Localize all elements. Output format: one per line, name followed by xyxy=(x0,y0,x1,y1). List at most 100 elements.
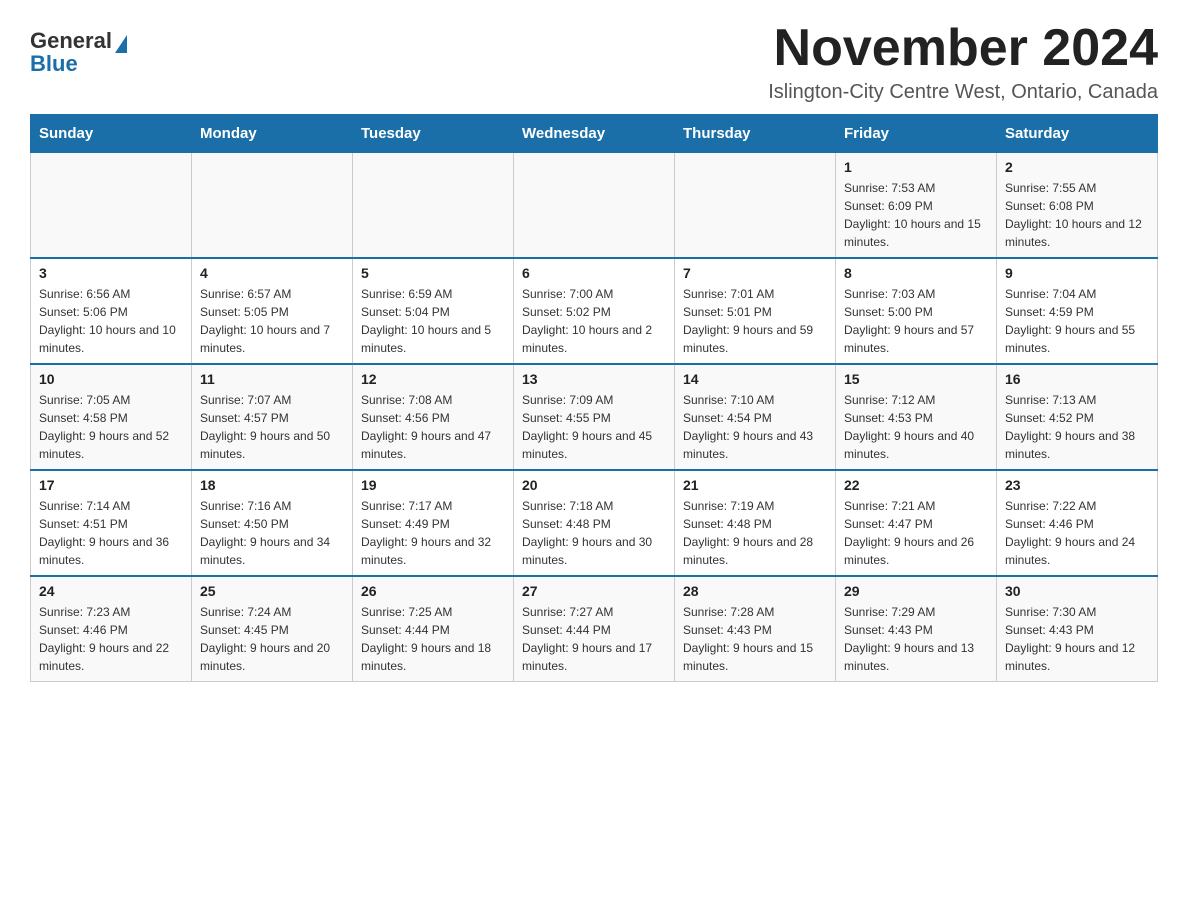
day-number: 2 xyxy=(1005,159,1149,175)
table-row: 5 Sunrise: 6:59 AMSunset: 5:04 PMDaylight… xyxy=(353,258,514,364)
day-number: 17 xyxy=(39,477,183,493)
day-info: Sunrise: 7:25 AMSunset: 4:44 PMDaylight:… xyxy=(361,603,505,675)
table-row: 17Sunrise: 7:14 AMSunset: 4:51 PMDayligh… xyxy=(31,470,192,576)
col-wednesday: Wednesday xyxy=(514,115,675,153)
day-number: 15 xyxy=(844,371,988,387)
table-row xyxy=(353,153,514,259)
title-area: November 2024 Islington-City Centre West… xyxy=(768,20,1158,104)
calendar-week-5: 24Sunrise: 7:23 AMSunset: 4:46 PMDayligh… xyxy=(31,576,1158,682)
day-number: 4 xyxy=(200,265,344,281)
day-number: 1 xyxy=(844,159,988,175)
day-number: 3 xyxy=(39,265,183,281)
day-info: Sunrise: 7:07 AMSunset: 4:57 PMDaylight:… xyxy=(200,391,344,463)
day-number: 25 xyxy=(200,583,344,599)
day-number: 9 xyxy=(1005,265,1149,281)
col-tuesday: Tuesday xyxy=(353,115,514,153)
day-info: Sunrise: 7:21 AMSunset: 4:47 PMDaylight:… xyxy=(844,497,988,569)
table-row: 1 Sunrise: 7:53 AMSunset: 6:09 PMDaylight… xyxy=(836,153,997,259)
day-info: Sunrise: 6:59 AMSunset: 5:04 PMDaylight:… xyxy=(361,285,505,357)
day-info: Sunrise: 6:57 AMSunset: 5:05 PMDaylight:… xyxy=(200,285,344,357)
table-row xyxy=(514,153,675,259)
day-info: Sunrise: 7:29 AMSunset: 4:43 PMDaylight:… xyxy=(844,603,988,675)
day-number: 22 xyxy=(844,477,988,493)
day-info: Sunrise: 7:55 AMSunset: 6:08 PMDaylight:… xyxy=(1005,179,1149,251)
table-row: 28 Sunrise: 7:28 AMSunset: 4:43 PMDayligh… xyxy=(675,576,836,682)
col-thursday: Thursday xyxy=(675,115,836,153)
day-number: 11 xyxy=(200,371,344,387)
day-number: 14 xyxy=(683,371,827,387)
day-number: 29 xyxy=(844,583,988,599)
day-info: Sunrise: 7:22 AMSunset: 4:46 PMDaylight:… xyxy=(1005,497,1149,569)
logo: General Blue xyxy=(30,20,127,75)
table-row: 2 Sunrise: 7:55 AMSunset: 6:08 PMDaylight… xyxy=(997,153,1158,259)
logo-general-text: General xyxy=(30,28,112,53)
header-row: Sunday Monday Tuesday Wednesday Thursday… xyxy=(31,115,1158,153)
day-number: 20 xyxy=(522,477,666,493)
table-row: 15Sunrise: 7:12 AMSunset: 4:53 PMDayligh… xyxy=(836,364,997,470)
calendar-week-4: 17Sunrise: 7:14 AMSunset: 4:51 PMDayligh… xyxy=(31,470,1158,576)
col-monday: Monday xyxy=(192,115,353,153)
day-info: Sunrise: 6:56 AMSunset: 5:06 PMDaylight:… xyxy=(39,285,183,357)
col-sunday: Sunday xyxy=(31,115,192,153)
calendar-table: Sunday Monday Tuesday Wednesday Thursday… xyxy=(30,114,1158,682)
day-number: 12 xyxy=(361,371,505,387)
logo-triangle-icon xyxy=(115,35,127,53)
day-info: Sunrise: 7:16 AMSunset: 4:50 PMDaylight:… xyxy=(200,497,344,569)
day-number: 30 xyxy=(1005,583,1149,599)
day-info: Sunrise: 7:53 AMSunset: 6:09 PMDaylight:… xyxy=(844,179,988,251)
day-number: 13 xyxy=(522,371,666,387)
day-info: Sunrise: 7:01 AMSunset: 5:01 PMDaylight:… xyxy=(683,285,827,357)
day-number: 19 xyxy=(361,477,505,493)
table-row: 19 Sunrise: 7:17 AMSunset: 4:49 PMDayligh… xyxy=(353,470,514,576)
header: General Blue November 2024 Islington-Cit… xyxy=(30,20,1158,104)
table-row xyxy=(675,153,836,259)
day-info: Sunrise: 7:08 AMSunset: 4:56 PMDaylight:… xyxy=(361,391,505,463)
day-info: Sunrise: 7:28 AMSunset: 4:43 PMDaylight:… xyxy=(683,603,827,675)
col-friday: Friday xyxy=(836,115,997,153)
table-row: 27 Sunrise: 7:27 AMSunset: 4:44 PMDayligh… xyxy=(514,576,675,682)
day-info: Sunrise: 7:23 AMSunset: 4:46 PMDaylight:… xyxy=(39,603,183,675)
day-number: 5 xyxy=(361,265,505,281)
col-saturday: Saturday xyxy=(997,115,1158,153)
table-row: 12 Sunrise: 7:08 AMSunset: 4:56 PMDayligh… xyxy=(353,364,514,470)
table-row: 14 Sunrise: 7:10 AMSunset: 4:54 PMDayligh… xyxy=(675,364,836,470)
table-row: 13 Sunrise: 7:09 AMSunset: 4:55 PMDayligh… xyxy=(514,364,675,470)
day-number: 27 xyxy=(522,583,666,599)
day-info: Sunrise: 7:13 AMSunset: 4:52 PMDaylight:… xyxy=(1005,391,1149,463)
calendar-week-3: 10Sunrise: 7:05 AMSunset: 4:58 PMDayligh… xyxy=(31,364,1158,470)
table-row: 23 Sunrise: 7:22 AMSunset: 4:46 PMDayligh… xyxy=(997,470,1158,576)
table-row xyxy=(31,153,192,259)
logo-general-row: General xyxy=(30,30,127,53)
table-row: 30 Sunrise: 7:30 AMSunset: 4:43 PMDayligh… xyxy=(997,576,1158,682)
table-row: 3 Sunrise: 6:56 AMSunset: 5:06 PMDaylight… xyxy=(31,258,192,364)
table-row: 21Sunrise: 7:19 AMSunset: 4:48 PMDayligh… xyxy=(675,470,836,576)
day-info: Sunrise: 7:10 AMSunset: 4:54 PMDaylight:… xyxy=(683,391,827,463)
day-info: Sunrise: 7:00 AMSunset: 5:02 PMDaylight:… xyxy=(522,285,666,357)
table-row: 11 Sunrise: 7:07 AMSunset: 4:57 PMDayligh… xyxy=(192,364,353,470)
day-number: 28 xyxy=(683,583,827,599)
calendar-week-2: 3 Sunrise: 6:56 AMSunset: 5:06 PMDaylight… xyxy=(31,258,1158,364)
location-title: Islington-City Centre West, Ontario, Can… xyxy=(768,81,1158,104)
table-row: 20 Sunrise: 7:18 AMSunset: 4:48 PMDayligh… xyxy=(514,470,675,576)
day-number: 16 xyxy=(1005,371,1149,387)
day-info: Sunrise: 7:09 AMSunset: 4:55 PMDaylight:… xyxy=(522,391,666,463)
day-number: 6 xyxy=(522,265,666,281)
table-row: 4 Sunrise: 6:57 AMSunset: 5:05 PMDaylight… xyxy=(192,258,353,364)
table-row: 16 Sunrise: 7:13 AMSunset: 4:52 PMDayligh… xyxy=(997,364,1158,470)
logo-blue-text: Blue xyxy=(30,53,78,75)
table-row: 8 Sunrise: 7:03 AMSunset: 5:00 PMDaylight… xyxy=(836,258,997,364)
table-row: 9Sunrise: 7:04 AMSunset: 4:59 PMDaylight… xyxy=(997,258,1158,364)
day-info: Sunrise: 7:30 AMSunset: 4:43 PMDaylight:… xyxy=(1005,603,1149,675)
table-row xyxy=(192,153,353,259)
day-number: 18 xyxy=(200,477,344,493)
day-info: Sunrise: 7:03 AMSunset: 5:00 PMDaylight:… xyxy=(844,285,988,357)
day-info: Sunrise: 7:27 AMSunset: 4:44 PMDaylight:… xyxy=(522,603,666,675)
calendar-week-1: 1 Sunrise: 7:53 AMSunset: 6:09 PMDaylight… xyxy=(31,153,1158,259)
day-number: 8 xyxy=(844,265,988,281)
day-info: Sunrise: 7:18 AMSunset: 4:48 PMDaylight:… xyxy=(522,497,666,569)
day-info: Sunrise: 7:24 AMSunset: 4:45 PMDaylight:… xyxy=(200,603,344,675)
day-info: Sunrise: 7:05 AMSunset: 4:58 PMDaylight:… xyxy=(39,391,183,463)
table-row: 29 Sunrise: 7:29 AMSunset: 4:43 PMDayligh… xyxy=(836,576,997,682)
day-info: Sunrise: 7:17 AMSunset: 4:49 PMDaylight:… xyxy=(361,497,505,569)
day-number: 23 xyxy=(1005,477,1149,493)
